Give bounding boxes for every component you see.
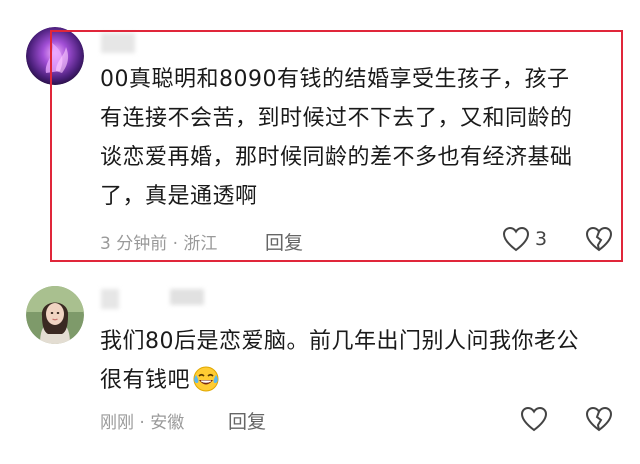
reply-button[interactable]: 回复 bbox=[228, 407, 266, 434]
comment-text-line: 我们80后是恋爱脑。前几年出门别人问我你老公 bbox=[100, 329, 579, 354]
username-blurred[interactable] bbox=[101, 289, 119, 309]
heart-outline-icon[interactable] bbox=[520, 406, 548, 432]
laugh-cry-emoji bbox=[192, 365, 220, 393]
comment-text: 我们80后是恋爱脑。前几年出门别人问我你老公 很有钱吧 bbox=[100, 322, 620, 400]
comment-text-line: 很有钱吧 bbox=[100, 368, 191, 393]
comment-meta: 刚刚 · 安徽 bbox=[100, 413, 185, 433]
broken-heart-icon[interactable] bbox=[585, 406, 613, 432]
avatar[interactable] bbox=[26, 286, 84, 344]
comment-item: 我们80后是恋爱脑。前几年出门别人问我你老公 很有钱吧 刚刚 · 安徽 回复 bbox=[0, 0, 640, 464]
comment-text-line-with-emoji: 很有钱吧 bbox=[100, 361, 620, 400]
username-blurred bbox=[170, 289, 204, 305]
